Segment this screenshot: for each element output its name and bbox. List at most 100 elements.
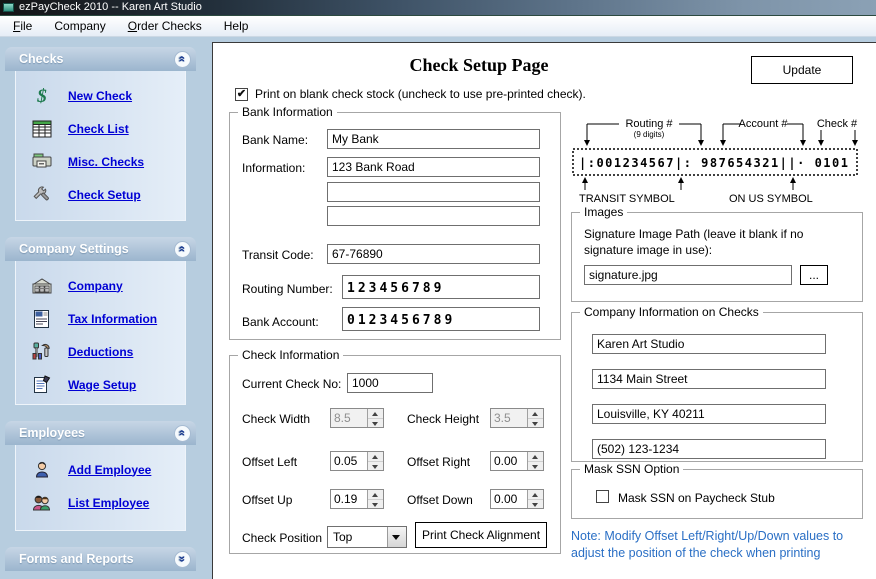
sidebar-item-check-list[interactable]: Check List <box>16 112 185 145</box>
misc-checks-icon <box>28 153 56 171</box>
collapse-chevron-icon[interactable]: « <box>174 241 191 258</box>
bank-name-input[interactable] <box>327 129 540 149</box>
sidebar-link-label[interactable]: Add Employee <box>68 463 151 477</box>
onus-symbol-label: ON US SYMBOL <box>729 193 813 205</box>
stepper-down-button[interactable] <box>368 500 383 509</box>
sidebar-link-label[interactable]: Check Setup <box>68 188 141 202</box>
sidebar-link-label[interactable]: Check List <box>68 122 129 136</box>
stepper-up-button <box>368 409 383 419</box>
signature-path-label: Signature Image Path (leave it blank if … <box>584 227 848 258</box>
sidebar-item-check-setup[interactable]: Check Setup <box>16 178 185 211</box>
routing-callout-label: Routing # <box>625 118 673 130</box>
title-bar: ezPayCheck 2010 -- Karen Art Studio <box>0 0 876 15</box>
stepper-up-button[interactable] <box>528 452 543 462</box>
stepper-down-button[interactable] <box>528 462 543 471</box>
print-check-alignment-button[interactable]: Print Check Alignment <box>415 522 547 548</box>
check-width-stepper: 8.5 <box>330 408 384 428</box>
routing-number-input[interactable] <box>342 275 540 299</box>
mask-ssn-checkbox[interactable] <box>596 490 609 503</box>
company-street-input[interactable] <box>592 369 826 389</box>
check-position-select[interactable]: Top <box>327 526 407 548</box>
check-setup-panel: Check Setup Page Update ✔ Print on blank… <box>212 42 876 579</box>
stepper-up-button[interactable] <box>368 490 383 500</box>
chevron-down-icon[interactable] <box>387 527 406 547</box>
tools-icon <box>28 342 56 362</box>
collapse-chevron-icon[interactable]: « <box>174 51 191 68</box>
sidebar-link-label[interactable]: Wage Setup <box>68 378 136 392</box>
print-blank-stock-checkbox[interactable]: ✔ <box>235 88 248 101</box>
offset-down-stepper[interactable]: 0.00 <box>490 489 544 509</box>
signature-path-input[interactable] <box>584 265 792 285</box>
stepper-down-button[interactable] <box>528 500 543 509</box>
sidebar-item-deductions[interactable]: Deductions <box>16 335 185 368</box>
sidebar-section-forms-and-reports: Forms and Reports » <box>5 547 196 571</box>
print-blank-stock-row: ✔ Print on blank check stock (uncheck to… <box>235 87 586 101</box>
group-legend: Images <box>580 205 627 219</box>
collapse-chevron-icon[interactable]: « <box>174 425 191 442</box>
bank-information-input-1[interactable] <box>327 157 540 177</box>
menu-help[interactable]: Help <box>213 17 260 35</box>
sidebar: Checks « $ New Check Check List <box>5 47 196 579</box>
app-window: ezPayCheck 2010 -- Karen Art Studio File… <box>0 0 876 579</box>
check-list-icon <box>28 120 56 138</box>
sidebar-link-label[interactable]: Deductions <box>68 345 133 359</box>
sidebar-section-employees: Employees « Add Employee List Employee <box>5 421 196 531</box>
company-name-input[interactable] <box>592 334 826 354</box>
bank-information-input-2[interactable] <box>327 182 540 202</box>
sidebar-item-tax-information[interactable]: Tax Information <box>16 302 185 335</box>
sidebar-item-add-employee[interactable]: Add Employee <box>16 453 185 486</box>
section-header-forms-and-reports[interactable]: Forms and Reports » <box>5 547 196 571</box>
offset-up-label: Offset Up <box>242 493 292 507</box>
page-title: Check Setup Page <box>213 55 745 76</box>
menu-bar: File Company Order Checks Help <box>0 15 876 37</box>
bank-information-input-3[interactable] <box>327 206 540 226</box>
menu-company[interactable]: Company <box>43 17 116 35</box>
update-button[interactable]: Update <box>751 56 853 84</box>
check-height-label: Check Height <box>407 412 479 426</box>
sidebar-item-misc-checks[interactable]: Misc. Checks <box>16 145 185 178</box>
section-header-checks[interactable]: Checks « <box>5 47 196 71</box>
sidebar-item-list-employee[interactable]: List Employee <box>16 486 185 519</box>
bank-account-label: Bank Account: <box>242 315 319 329</box>
mask-ssn-group: Mask SSN Option Mask SSN on Paycheck Stu… <box>571 469 863 519</box>
offset-right-label: Offset Right <box>407 455 470 469</box>
sidebar-link-label[interactable]: List Employee <box>68 496 149 510</box>
sidebar-item-company[interactable]: Company <box>16 269 185 302</box>
micr-sample-diagram: Routing # (9 digits) Account # Check # |… <box>571 109 863 205</box>
stepper-down-button[interactable] <box>368 462 383 471</box>
app-icon <box>3 3 14 12</box>
group-legend: Mask SSN Option <box>580 462 683 476</box>
sidebar-link-label[interactable]: New Check <box>68 89 132 103</box>
transit-code-label: Transit Code: <box>242 248 314 262</box>
offset-left-label: Offset Left <box>242 455 297 469</box>
offset-up-stepper[interactable]: 0.19 <box>330 489 384 509</box>
bank-account-input[interactable] <box>342 307 540 331</box>
offset-left-stepper[interactable]: 0.05 <box>330 451 384 471</box>
sidebar-link-label[interactable]: Company <box>68 279 123 293</box>
bank-information-group: Bank Information Bank Name: Information:… <box>229 112 561 340</box>
stepper-up-button[interactable] <box>368 452 383 462</box>
check-height-stepper: 3.5 <box>490 408 544 428</box>
stepper-up-button[interactable] <box>528 490 543 500</box>
section-header-employees[interactable]: Employees « <box>5 421 196 445</box>
transit-symbol-label: TRANSIT SYMBOL <box>579 193 675 205</box>
group-legend: Company Information on Checks <box>580 305 763 319</box>
company-phone-input[interactable] <box>592 439 826 459</box>
offset-right-stepper[interactable]: 0.00 <box>490 451 544 471</box>
current-check-no-input[interactable] <box>347 373 433 393</box>
browse-button[interactable]: ... <box>800 265 828 285</box>
transit-code-input[interactable] <box>327 244 540 264</box>
sidebar-item-new-check[interactable]: $ New Check <box>16 79 185 112</box>
routing-digits-note: (9 digits) <box>634 130 665 139</box>
micr-line-sample: |:001234567|: 987654321||· 0101 <box>579 156 849 170</box>
sidebar-link-label[interactable]: Tax Information <box>68 312 157 326</box>
company-city-input[interactable] <box>592 404 826 424</box>
building-icon <box>28 277 56 295</box>
sidebar-link-label[interactable]: Misc. Checks <box>68 155 144 169</box>
section-header-company-settings[interactable]: Company Settings « <box>5 237 196 261</box>
sidebar-item-wage-setup[interactable]: Wage Setup <box>16 368 185 401</box>
menu-order-checks[interactable]: Order Checks <box>117 17 213 35</box>
menu-file[interactable]: File <box>2 17 43 35</box>
expand-chevron-icon[interactable]: » <box>174 551 191 568</box>
svg-text:$: $ <box>36 86 47 106</box>
